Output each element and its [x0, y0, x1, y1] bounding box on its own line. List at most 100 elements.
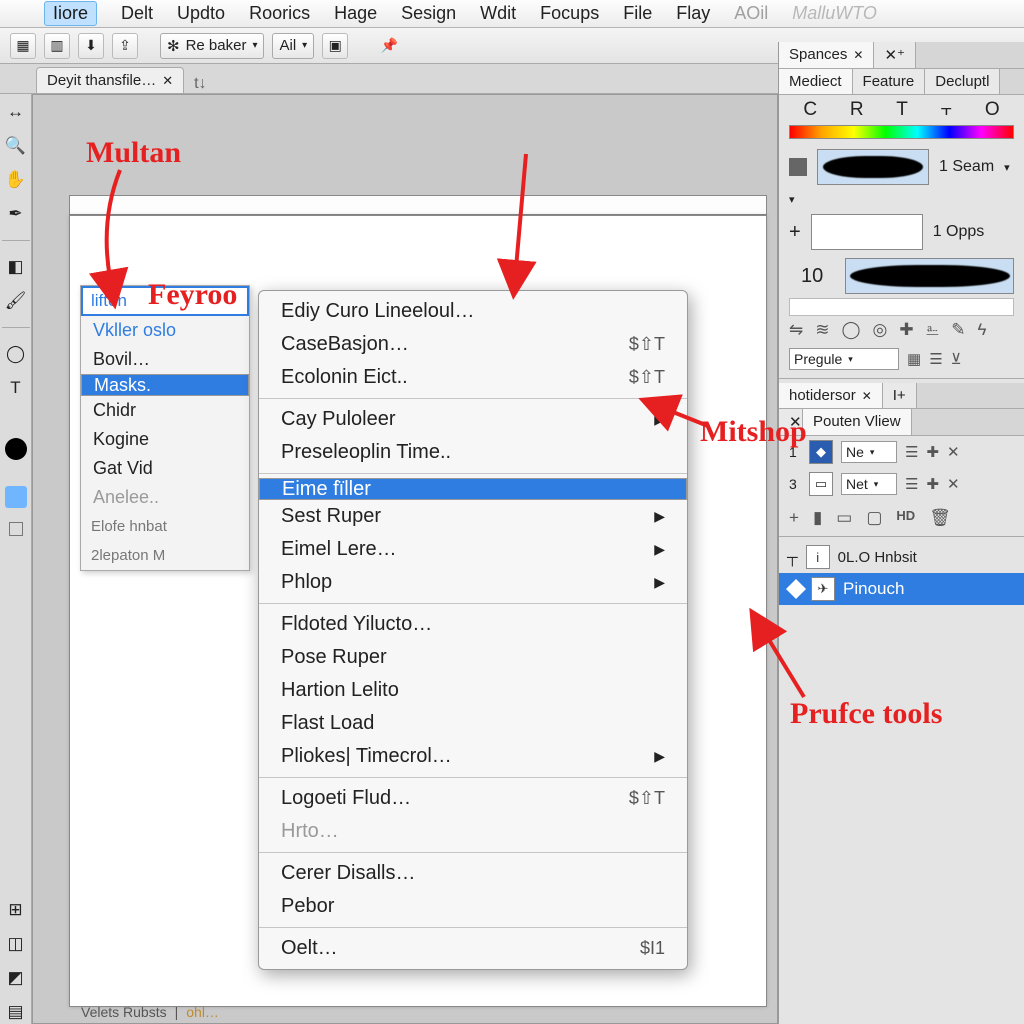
brush-icon[interactable] — [789, 158, 807, 176]
menu-item[interactable]: Phlop▶ — [259, 566, 687, 599]
toolbar-ail-dropdown[interactable]: Ail▾ — [272, 33, 314, 59]
lightning-icon[interactable]: ϟ — [977, 320, 986, 340]
hd-label[interactable]: HD — [896, 508, 915, 528]
menu-item[interactable]: Pose Ruper — [259, 641, 687, 674]
shape-tool-icon[interactable]: ◯ — [4, 342, 28, 366]
status-link[interactable]: ohl… — [186, 1004, 219, 1020]
menu-item[interactable]: Pliokes| Timecrol…▶ — [259, 740, 687, 773]
tab-iplus[interactable]: I+ — [883, 383, 917, 408]
background-swatch[interactable] — [5, 486, 27, 508]
sublist-item[interactable]: Vkller oslo — [81, 316, 249, 345]
menu-item[interactable]: Hartion Lelito — [259, 674, 687, 707]
menu-sesign[interactable]: Sesign — [401, 3, 456, 24]
add-icon[interactable]: + — [789, 221, 801, 244]
ne-dropdown[interactable]: Ne▾ — [841, 441, 897, 463]
brush-tool-icon[interactable]: 🖌 — [4, 289, 28, 313]
crt-t[interactable]: T — [896, 99, 908, 121]
toolbar-download-icon[interactable]: ⬇ — [78, 33, 104, 59]
menu-wdit[interactable]: Wdit — [480, 3, 516, 24]
document-tab-extra[interactable]: t↓ — [194, 75, 206, 93]
toolbar-columns-icon[interactable]: ▥ — [44, 33, 70, 59]
sublist-item[interactable]: Bovil… — [81, 345, 249, 374]
crt-c[interactable]: C — [803, 99, 817, 121]
menu-item[interactable]: Sest Ruper▶ — [259, 500, 687, 533]
menu-item[interactable]: Oelt…$I1 — [259, 932, 687, 965]
tab-pouten-view[interactable]: Pouten Vliew — [803, 409, 912, 435]
toolbar-pin-icon[interactable]: 📌 — [376, 33, 402, 59]
sublist-item[interactable]: Kogine — [81, 425, 249, 454]
folder-icon[interactable]: ▮ — [813, 508, 822, 528]
menu-item-selected[interactable]: Eime fïller — [259, 478, 687, 500]
menu-item[interactable]: Pebor — [259, 890, 687, 923]
eraser-tool-icon[interactable]: ◧ — [4, 255, 28, 279]
pen-nib-icon[interactable]: ✎ — [951, 320, 965, 340]
crt-y[interactable]: ⫟ — [941, 99, 953, 121]
toolbar-layout-icon[interactable]: ▣ — [322, 33, 348, 59]
shuffle-icon[interactable]: ✕ — [947, 475, 960, 493]
tab-decluptl[interactable]: Decluptl — [925, 69, 1000, 94]
tab-feature[interactable]: Feature — [853, 69, 926, 94]
menu-hage[interactable]: Hage — [334, 3, 377, 24]
expand-icon[interactable]: ┬ — [787, 549, 798, 566]
misc-tool-icon[interactable]: ▤ — [4, 1000, 28, 1024]
sublist-item-selected[interactable]: Masks. — [81, 374, 249, 396]
chevron-down-icon[interactable]: ▾ — [789, 193, 795, 206]
layer-icon[interactable]: ▭ — [809, 472, 833, 496]
plus-icon[interactable]: ✚ — [899, 320, 913, 340]
crt-o[interactable]: O — [985, 99, 1000, 121]
tab-mediect[interactable]: Mediect — [779, 69, 853, 94]
hand-tool-icon[interactable]: ✋ — [4, 168, 28, 192]
menu-flay[interactable]: Flay — [676, 3, 710, 24]
menu-delt[interactable]: Delt — [121, 3, 153, 24]
grid-icon[interactable]: ▦ — [907, 350, 921, 368]
zoom-tool-icon[interactable]: 🔍 — [4, 134, 28, 158]
menu-item[interactable]: Flast Load — [259, 707, 687, 740]
menu-focups[interactable]: Focups — [540, 3, 599, 24]
layer-icon[interactable]: ◆ — [809, 440, 833, 464]
menu-item[interactable]: Eimel Lere…▶ — [259, 533, 687, 566]
net-dropdown[interactable]: Net▾ — [841, 473, 897, 495]
brush-size-value[interactable]: 10 — [801, 265, 823, 288]
menu-item[interactable]: Ediy Curo Lineeloul… — [259, 295, 687, 328]
misc-tool-icon[interactable]: ◩ — [4, 966, 28, 990]
menu-item[interactable]: Preseleoplin Time.. — [259, 436, 687, 469]
plus-icon[interactable]: ✚ — [926, 443, 939, 461]
screen-icon[interactable]: ▢ — [866, 508, 882, 528]
align-icon[interactable]: ☰ — [929, 350, 942, 368]
trash-icon[interactable]: 🗑 — [929, 508, 951, 528]
toolbar-grid-icon[interactable]: ▦ — [10, 33, 36, 59]
crt-r[interactable]: R — [850, 99, 864, 121]
tab-spances[interactable]: Spances✕ — [779, 42, 874, 68]
tab-close[interactable]: ✕ — [779, 409, 803, 435]
shuffle-icon[interactable]: ✕ — [947, 443, 960, 461]
menu-item[interactable]: Cerer Disalls… — [259, 857, 687, 890]
menu-item[interactable]: Fldoted Yilucto… — [259, 608, 687, 641]
brush-preview-1[interactable] — [817, 149, 929, 185]
layer-row-selected[interactable]: ✈ Pinouch — [779, 573, 1024, 605]
underline-icon[interactable]: ⎁ — [926, 320, 940, 340]
circle-icon[interactable]: ◯ — [842, 320, 861, 340]
chevron-down-icon[interactable]: ▾ — [1004, 161, 1010, 174]
list-icon[interactable]: ☰ — [905, 475, 918, 493]
brush-preview-3[interactable] — [845, 258, 1014, 294]
menu-file[interactable]: File — [623, 3, 652, 24]
menu-item[interactable]: CaseBasjon…$⇧T — [259, 328, 687, 361]
close-icon[interactable]: ✕ — [862, 389, 872, 403]
wave-icon[interactable]: ≋ — [815, 320, 829, 340]
close-icon[interactable]: ✕ — [162, 73, 173, 89]
spectrum-gradient[interactable] — [789, 125, 1014, 139]
foreground-swatch[interactable] — [5, 438, 27, 460]
pregule-dropdown[interactable]: Pregule▾ — [789, 348, 899, 370]
target-icon[interactable]: ◎ — [873, 320, 888, 340]
swap-swatch-icon[interactable] — [9, 522, 23, 536]
plus-icon[interactable]: ✚ — [926, 475, 939, 493]
sublist-item[interactable]: Gat Vid — [81, 454, 249, 483]
brush-preview-2[interactable] — [811, 214, 923, 250]
list-icon[interactable]: ☰ — [905, 443, 918, 461]
tab-hotidersor[interactable]: hotidersor✕ — [779, 383, 883, 408]
flip-icon[interactable]: ⇋ — [789, 320, 803, 340]
menu-item[interactable]: Ecolonin Eict..$⇧T — [259, 361, 687, 394]
add-icon[interactable]: + — [789, 508, 799, 528]
menu-iiore[interactable]: Iiore — [44, 1, 97, 26]
move-tool-icon[interactable]: ↔ — [4, 100, 28, 124]
